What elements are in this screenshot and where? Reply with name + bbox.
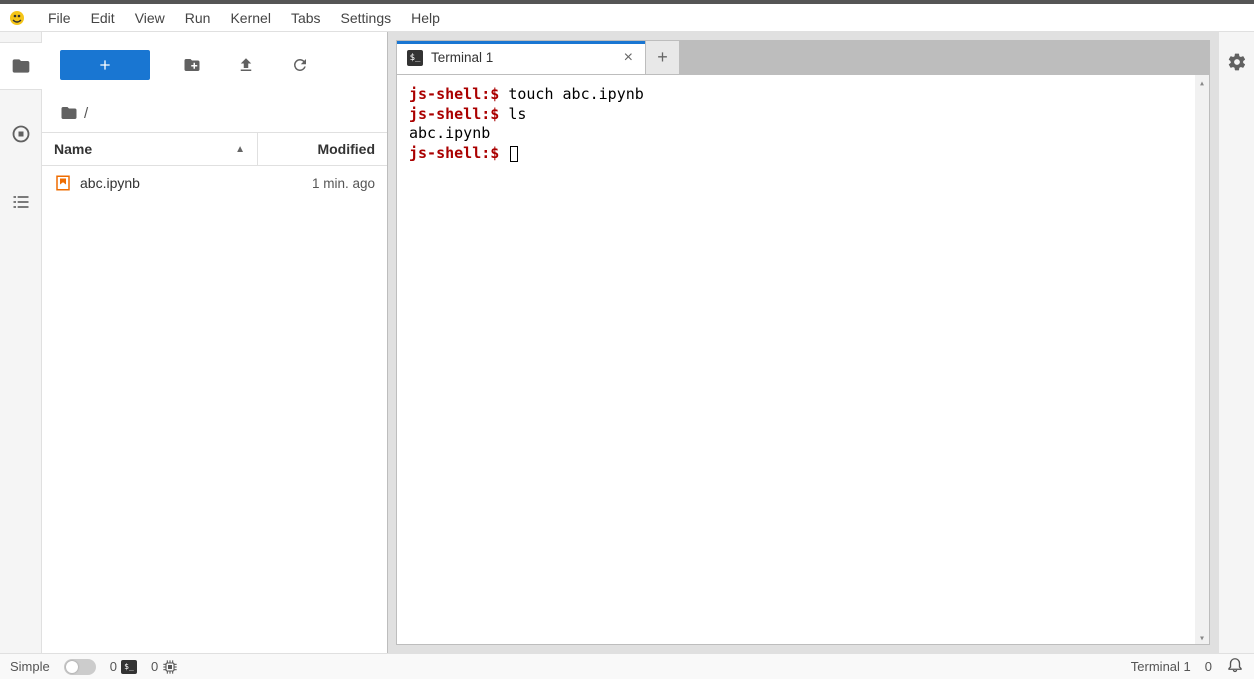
menu-tabs[interactable]: Tabs xyxy=(281,6,331,30)
main-area: / Name ▲ Modified abc.ipynb 1 min. ago $… xyxy=(0,32,1254,653)
terminal-icon: $_ xyxy=(407,50,423,66)
terminal-prompt: js-shell:$ xyxy=(409,144,499,162)
work-area: $_ Terminal 1 × + ▴ ▾ js-shell:$ touch a… xyxy=(388,32,1218,653)
status-terminals[interactable]: 0 $_ xyxy=(110,659,137,674)
sort-asc-icon: ▲ xyxy=(235,144,245,155)
kernel-chip-icon xyxy=(162,659,178,675)
tab-close-button[interactable]: × xyxy=(622,50,635,66)
add-tab-button[interactable]: + xyxy=(646,40,680,74)
upload-button[interactable] xyxy=(234,53,258,77)
status-count-a: 0 xyxy=(110,659,117,674)
status-kernels[interactable]: 0 xyxy=(151,659,178,675)
menu-help[interactable]: Help xyxy=(401,6,450,30)
simple-mode-label: Simple xyxy=(10,659,50,674)
file-modified: 1 min. ago xyxy=(312,176,375,191)
right-sidebar xyxy=(1218,32,1254,653)
terminal-prompt: js-shell:$ xyxy=(409,85,499,103)
terminal-cursor xyxy=(510,146,518,162)
scroll-up-icon[interactable]: ▴ xyxy=(1197,77,1207,87)
new-folder-icon xyxy=(183,56,201,74)
status-count-b: 0 xyxy=(151,659,158,674)
status-active-tab: Terminal 1 xyxy=(1131,659,1191,674)
column-name-label: Name xyxy=(54,141,92,157)
tab-terminal-1[interactable]: $_ Terminal 1 × xyxy=(396,40,646,74)
activity-running[interactable] xyxy=(0,110,42,158)
terminal-line: abc.ipynb xyxy=(409,124,1197,144)
breadcrumb-root[interactable]: / xyxy=(84,105,88,122)
breadcrumb[interactable]: / xyxy=(42,94,387,132)
menu-file[interactable]: File xyxy=(38,6,81,30)
menu-bar: File Edit View Run Kernel Tabs Settings … xyxy=(0,4,1254,32)
column-modified[interactable]: Modified xyxy=(257,133,387,165)
menu-kernel[interactable]: Kernel xyxy=(220,6,280,30)
tab-label: Terminal 1 xyxy=(431,50,493,65)
activity-bar xyxy=(0,32,42,653)
menu-edit[interactable]: Edit xyxy=(81,6,125,30)
new-launcher-button[interactable] xyxy=(60,50,150,80)
menu-run[interactable]: Run xyxy=(175,6,221,30)
terminal-line: js-shell:$ touch abc.ipynb xyxy=(409,85,1197,105)
simple-mode-toggle[interactable] xyxy=(64,659,96,675)
notification-bell-icon[interactable] xyxy=(1226,655,1244,678)
terminal-prompt: js-shell:$ xyxy=(409,105,499,123)
new-folder-button[interactable] xyxy=(180,53,204,77)
folder-icon xyxy=(60,104,78,122)
scroll-down-icon[interactable]: ▾ xyxy=(1197,632,1207,642)
refresh-icon xyxy=(291,56,309,74)
jupyter-logo-icon xyxy=(8,9,26,27)
upload-icon xyxy=(237,56,255,74)
refresh-button[interactable] xyxy=(288,53,312,77)
notebook-icon xyxy=(54,174,72,192)
menu-settings[interactable]: Settings xyxy=(331,6,402,30)
file-browser-panel: / Name ▲ Modified abc.ipynb 1 min. ago xyxy=(42,32,388,653)
terminal-scrollbar[interactable]: ▴ ▾ xyxy=(1195,75,1209,644)
plus-icon xyxy=(97,57,113,73)
terminal-line: js-shell:$ xyxy=(409,144,1197,164)
menu-view[interactable]: View xyxy=(125,6,175,30)
terminal-line: js-shell:$ ls xyxy=(409,105,1197,125)
column-name[interactable]: Name ▲ xyxy=(42,133,257,165)
file-row[interactable]: abc.ipynb 1 min. ago xyxy=(42,166,387,200)
gears-icon xyxy=(1227,52,1247,72)
terminal-content[interactable]: ▴ ▾ js-shell:$ touch abc.ipynbjs-shell:$… xyxy=(396,74,1210,645)
tab-bar: $_ Terminal 1 × + xyxy=(396,40,1210,74)
terminal-small-icon: $_ xyxy=(121,660,137,674)
activity-file-browser[interactable] xyxy=(0,42,42,90)
file-list-header: Name ▲ Modified xyxy=(42,132,387,166)
file-name: abc.ipynb xyxy=(80,175,312,191)
property-inspector-button[interactable] xyxy=(1227,52,1247,75)
activity-toc[interactable] xyxy=(0,178,42,226)
status-right-count: 0 xyxy=(1205,659,1212,674)
file-browser-toolbar xyxy=(42,32,387,94)
status-bar: Simple 0 $_ 0 Terminal 1 0 xyxy=(0,653,1254,679)
